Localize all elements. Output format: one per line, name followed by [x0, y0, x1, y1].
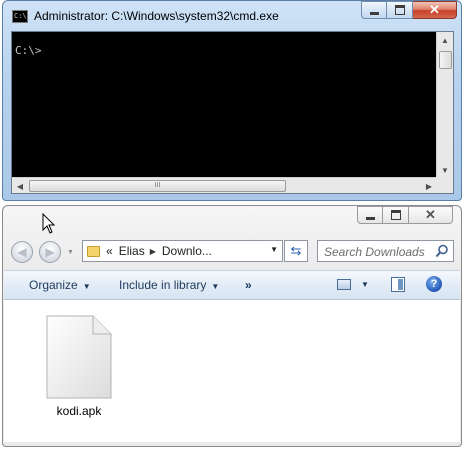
- maximize-icon: [390, 210, 401, 220]
- preview-pane-icon[interactable]: [391, 277, 405, 292]
- back-arrow-icon: ◀: [17, 245, 27, 259]
- include-in-library-button[interactable]: Include in library ▼: [119, 278, 219, 292]
- scrollbar-corner: [436, 177, 453, 193]
- folder-icon: [87, 245, 100, 257]
- horizontal-scroll-thumb[interactable]: III: [29, 180, 286, 192]
- cmd-app-icon[interactable]: C:\: [12, 10, 28, 23]
- file-list[interactable]: kodi.apk: [4, 300, 460, 442]
- explorer-minimize-button[interactable]: [357, 206, 383, 224]
- horizontal-scrollbar[interactable]: ◀ III ▶: [12, 177, 437, 193]
- navigation-bar: ◀ ▶ ▼ « Elias ▶ Downlo... ▼ ⇆ Search Dow…: [3, 238, 461, 264]
- scroll-up-icon[interactable]: ▲: [437, 32, 453, 48]
- minimize-icon: [365, 216, 375, 220]
- cmd-close-button[interactable]: ✕: [413, 1, 457, 19]
- address-dropdown-icon[interactable]: ▼: [270, 245, 278, 254]
- refresh-button[interactable]: ⇆: [284, 240, 308, 262]
- cmd-caption-buttons: ✕: [361, 1, 457, 19]
- close-icon: ✕: [425, 207, 436, 222]
- cmd-window: C:\ Administrator: C:\Windows\system32\c…: [2, 0, 462, 201]
- cmd-console[interactable]: C:\> ▲ ▼ ◀ III ▶: [11, 31, 454, 194]
- view-options-dropdown-icon[interactable]: ▼: [361, 280, 369, 289]
- minimize-icon: [369, 11, 379, 15]
- cmd-titlebar[interactable]: C:\ Administrator: C:\Windows\system32\c…: [3, 1, 461, 31]
- explorer-window: ✕ ◀ ▶ ▼ « Elias ▶ Downlo... ▼ ⇆ Search D…: [2, 205, 462, 447]
- search-placeholder: Search Downloads: [324, 245, 425, 259]
- scroll-right-icon[interactable]: ▶: [421, 178, 437, 194]
- recent-pages-dropdown-icon[interactable]: ▼: [67, 249, 74, 256]
- file-name-label: kodi.apk: [56, 404, 102, 418]
- cmd-minimize-button[interactable]: [361, 1, 387, 19]
- explorer-caption-buttons: ✕: [357, 206, 453, 224]
- more-commands-button[interactable]: »: [245, 278, 252, 292]
- breadcrumb-item-downloads[interactable]: Downlo...: [162, 244, 212, 258]
- close-icon: ✕: [429, 2, 440, 17]
- explorer-maximize-button[interactable]: [383, 206, 409, 224]
- cmd-window-title: Administrator: C:\Windows\system32\cmd.e…: [34, 9, 279, 23]
- help-icon[interactable]: ?: [426, 276, 442, 292]
- back-button[interactable]: ◀: [11, 241, 33, 263]
- breadcrumb-separator-icon[interactable]: ▶: [150, 247, 156, 256]
- vertical-scroll-thumb[interactable]: [439, 51, 452, 69]
- console-prompt: C:\>: [15, 44, 42, 57]
- cmd-maximize-button[interactable]: [387, 1, 413, 19]
- file-item-kodi-apk[interactable]: kodi.apk: [44, 314, 114, 418]
- breadcrumb-item-elias[interactable]: Elias: [119, 244, 145, 258]
- scroll-left-icon[interactable]: ◀: [12, 178, 28, 194]
- address-bar[interactable]: « Elias ▶ Downlo... ▼: [82, 240, 283, 262]
- command-bar: Organize ▼ Include in library ▼ » ▼ ?: [4, 270, 460, 300]
- vertical-scrollbar[interactable]: ▲ ▼: [436, 32, 453, 178]
- chevron-down-icon: ▼: [82, 282, 91, 291]
- explorer-close-button[interactable]: ✕: [409, 206, 453, 224]
- organize-button[interactable]: Organize ▼: [29, 278, 91, 292]
- maximize-icon: [394, 5, 405, 15]
- forward-arrow-icon: ▶: [45, 245, 55, 259]
- organize-label: Organize: [29, 278, 78, 292]
- refresh-icon: ⇆: [290, 243, 302, 258]
- forward-button[interactable]: ▶: [39, 241, 61, 263]
- generic-file-icon: [46, 315, 112, 399]
- change-view-icon[interactable]: [337, 279, 351, 290]
- mouse-pointer-icon: [42, 213, 56, 234]
- search-input[interactable]: Search Downloads: [317, 240, 454, 262]
- search-icon[interactable]: [435, 244, 449, 258]
- chevron-down-icon: ▼: [211, 282, 220, 291]
- include-in-library-label: Include in library: [119, 278, 207, 292]
- scroll-down-icon[interactable]: ▼: [437, 162, 453, 178]
- breadcrumb-overflow[interactable]: «: [106, 244, 113, 258]
